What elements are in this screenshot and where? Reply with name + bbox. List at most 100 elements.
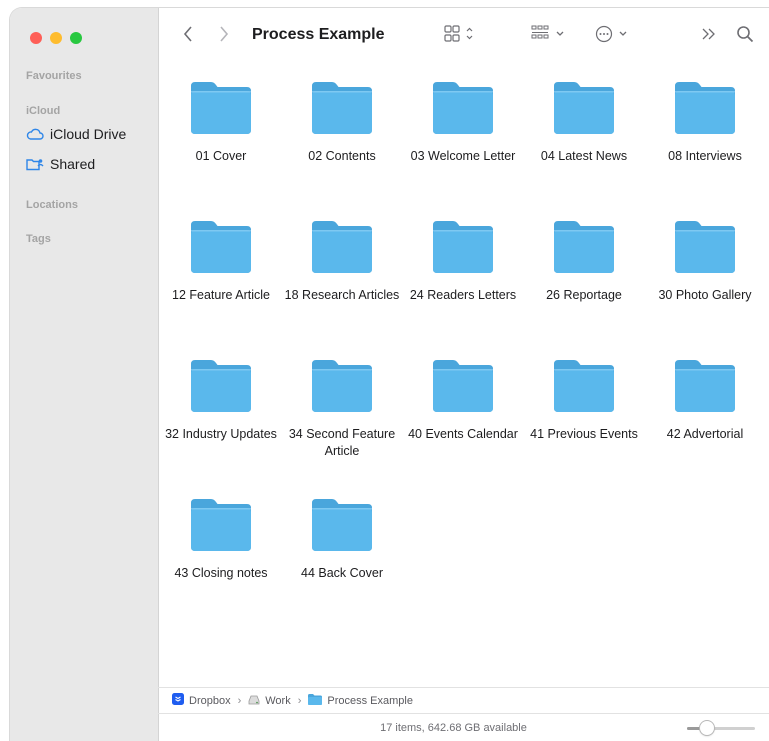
- folder-item[interactable]: 08 Interviews: [650, 80, 760, 165]
- path-separator: ›: [237, 694, 242, 707]
- path-item-process-example[interactable]: Process Example: [308, 693, 413, 708]
- folder-icon: [189, 358, 253, 414]
- folder-label: 26 Reportage: [546, 288, 622, 302]
- action-menu-button[interactable]: [594, 25, 634, 47]
- back-button[interactable]: [180, 25, 196, 47]
- folder-item[interactable]: 01 Cover: [166, 80, 276, 165]
- folder-label: 24 Readers Letters: [409, 288, 517, 302]
- section-icloud: iCloud: [26, 105, 61, 117]
- window-controls: [30, 32, 82, 44]
- sidebar-item-icloud-drive[interactable]: iCloud Drive: [26, 126, 126, 142]
- cloud-icon: [26, 127, 44, 141]
- view-options-button[interactable]: [442, 24, 476, 48]
- folder-item[interactable]: 44 Back Cover: [287, 497, 397, 582]
- sidebar-item-label: Shared: [50, 156, 96, 172]
- path-item-work[interactable]: Work: [248, 693, 291, 708]
- folder-item[interactable]: 41 Previous Events: [529, 358, 639, 443]
- folder-icon: [189, 219, 253, 275]
- folder-icon: [673, 219, 737, 275]
- minimize-button[interactable]: [50, 32, 62, 44]
- dropbox-icon: [172, 693, 184, 708]
- folder-label: 03 Welcome Letter: [410, 149, 516, 163]
- icon-size-slider[interactable]: [687, 721, 755, 735]
- folder-icon: [431, 219, 495, 275]
- folder-label: 01 Cover: [195, 149, 247, 163]
- more-toolbar-button[interactable]: [698, 25, 720, 47]
- folder-icon: [552, 219, 616, 275]
- folder-label: 04 Latest News: [540, 149, 628, 163]
- path-label: Work: [265, 694, 291, 707]
- status-text: 17 items, 642.68 GB available: [380, 722, 527, 734]
- window-title: Process Example: [252, 26, 385, 43]
- zoom-button[interactable]: [70, 32, 82, 44]
- path-bar: Dropbox › Work › Process Example: [158, 687, 769, 713]
- folder-item[interactable]: 34 Second Feature Article: [287, 358, 397, 460]
- forward-button[interactable]: [216, 25, 232, 47]
- toolbar: Process Example: [158, 8, 769, 64]
- drive-icon: [248, 693, 260, 708]
- status-bar: 17 items, 642.68 GB available: [158, 713, 769, 741]
- folder-label: 08 Interviews: [668, 149, 742, 163]
- path-label: Process Example: [327, 694, 413, 707]
- folder-icon: [310, 80, 374, 136]
- folder-icon: [552, 80, 616, 136]
- folder-item[interactable]: 30 Photo Gallery: [650, 219, 760, 304]
- folder-item[interactable]: 03 Welcome Letter: [408, 80, 518, 165]
- folder-item[interactable]: 12 Feature Article: [166, 219, 276, 304]
- folder-icon: [189, 80, 253, 136]
- folder-icon: [673, 358, 737, 414]
- folder-icon: [308, 693, 323, 708]
- grid-view-icon: [444, 24, 474, 48]
- group-icon: [531, 25, 569, 48]
- folder-icon: [310, 497, 374, 553]
- folder-label: 40 Events Calendar: [408, 427, 518, 441]
- slider-knob[interactable]: [700, 721, 715, 735]
- path-label: Dropbox: [189, 694, 231, 707]
- folder-icon: [673, 80, 737, 136]
- path-separator: ›: [297, 694, 302, 707]
- chevron-right-icon: [219, 25, 229, 47]
- folder-label: 34 Second Feature Article: [288, 427, 396, 458]
- folder-label: 42 Advertorial: [666, 427, 744, 441]
- folder-item[interactable]: 24 Readers Letters: [408, 219, 518, 304]
- path-item-dropbox[interactable]: Dropbox: [172, 693, 231, 708]
- sidebar-item-label: iCloud Drive: [50, 126, 127, 142]
- section-tags: Tags: [26, 233, 51, 245]
- sidebar: Favourites iCloud iCloud Drive Shared Lo…: [10, 8, 159, 741]
- folder-item[interactable]: 18 Research Articles: [285, 219, 399, 304]
- folder-grid: 01 Cover 02 Contents 03 Welcome Letter 04 L…: [158, 80, 769, 680]
- ellipsis-icon: [595, 25, 633, 48]
- close-button[interactable]: [30, 32, 42, 44]
- folder-icon: [310, 219, 374, 275]
- search-icon: [736, 25, 754, 48]
- shared-folder-icon: [26, 157, 44, 171]
- folder-item[interactable]: 40 Events Calendar: [408, 358, 518, 443]
- folder-item[interactable]: 26 Reportage: [529, 219, 639, 304]
- folder-item[interactable]: 04 Latest News: [529, 80, 639, 165]
- chevron-left-icon: [183, 25, 193, 47]
- folder-item[interactable]: 43 Closing notes: [166, 497, 276, 582]
- folder-icon: [189, 497, 253, 553]
- folder-icon: [431, 358, 495, 414]
- finder-window: Favourites iCloud iCloud Drive Shared Lo…: [10, 8, 769, 741]
- folder-label: 30 Photo Gallery: [658, 288, 752, 302]
- section-favourites: Favourites: [26, 70, 82, 82]
- sidebar-item-shared[interactable]: Shared: [26, 156, 95, 172]
- folder-item[interactable]: 02 Contents: [287, 80, 397, 165]
- folder-label: 44 Back Cover: [301, 566, 383, 580]
- double-chevron-icon: [701, 27, 717, 46]
- search-button[interactable]: [733, 24, 757, 48]
- group-button[interactable]: [530, 25, 570, 47]
- folder-icon: [552, 358, 616, 414]
- folder-label: 12 Feature Article: [172, 288, 270, 302]
- folder-item[interactable]: 42 Advertorial: [650, 358, 760, 443]
- folder-icon: [310, 358, 374, 414]
- folder-item[interactable]: 32 Industry Updates: [165, 358, 277, 443]
- folder-label: 43 Closing notes: [174, 566, 268, 580]
- folder-label: 41 Previous Events: [530, 427, 638, 441]
- folder-label: 02 Contents: [308, 149, 376, 163]
- folder-icon: [431, 80, 495, 136]
- folder-label: 18 Research Articles: [284, 288, 400, 302]
- folder-label: 32 Industry Updates: [165, 427, 277, 441]
- section-locations: Locations: [26, 199, 78, 211]
